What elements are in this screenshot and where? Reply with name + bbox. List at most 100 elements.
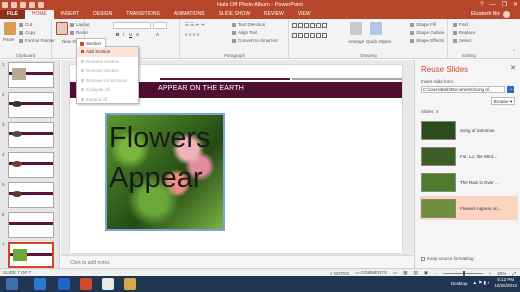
file-path-input[interactable]: C:\Users\Beth\Documents\Song of… <box>421 86 505 93</box>
shadow-icon[interactable]: S <box>136 32 139 37</box>
tab-home[interactable]: HOME <box>24 10 54 19</box>
minimize-button[interactable]: — <box>490 0 496 10</box>
quick-styles-button[interactable]: Quick Styles <box>366 39 391 44</box>
folder-icon[interactable] <box>124 278 136 290</box>
text-direction-icon <box>232 22 236 27</box>
tab-file[interactable]: FILE <box>0 10 25 19</box>
reuse-slide-item[interactable]: Song of Solomon <box>420 118 518 142</box>
section-menu: Section Add Section Rename Section Remov… <box>76 38 139 105</box>
italic-icon[interactable]: I <box>123 32 124 37</box>
select-button[interactable]: Select <box>453 38 472 43</box>
cut-button[interactable]: Cut <box>19 22 32 27</box>
new-slide-icon[interactable] <box>56 22 68 35</box>
arrange-icon[interactable] <box>350 22 362 35</box>
expand-all-item[interactable]: Expand All <box>77 95 138 105</box>
convert-smartart-button[interactable]: Convert to SmartArt <box>232 38 278 43</box>
copy-icon <box>19 30 23 35</box>
internet-explorer-icon[interactable] <box>34 278 46 290</box>
slide-counter: SLIDE 7 OF 7 <box>3 270 32 275</box>
insert-from-label: Insert slide from: <box>421 79 455 84</box>
align-text-button[interactable]: Align Text <box>232 30 257 35</box>
desktop-label[interactable]: Desktop <box>451 281 468 286</box>
format-painter-button[interactable]: Format Painter <box>19 38 55 43</box>
avatar <box>503 11 510 18</box>
slide-thumbnail-7[interactable] <box>8 242 54 268</box>
shapes-gallery[interactable] <box>292 23 327 41</box>
collapse-ribbon-icon[interactable]: ⌃ <box>512 49 516 55</box>
tab-insert[interactable]: INSERT <box>54 10 86 19</box>
flower-photo[interactable]: Flowers Appear <box>105 113 225 231</box>
tab-slide-show[interactable]: SLIDE SHOW <box>212 10 257 19</box>
collapse-all-item[interactable]: Collapse All <box>77 85 138 95</box>
quick-styles-icon[interactable] <box>370 22 382 35</box>
copy-button[interactable]: Copy <box>19 30 36 35</box>
font-size-dropdown[interactable] <box>153 22 167 29</box>
underline-icon[interactable]: U <box>129 32 132 37</box>
close-icon[interactable]: ✕ <box>510 64 516 72</box>
tray-icons[interactable]: ▲ ⚑ ▮ ♪ <box>473 280 490 286</box>
outlook-icon[interactable] <box>58 278 70 290</box>
zoom-level[interactable]: 60% <box>497 271 506 276</box>
notes-placeholder[interactable]: Click to add notes <box>61 255 414 268</box>
tab-animations[interactable]: ANIMATIONS <box>167 10 212 19</box>
close-button[interactable]: ✕ <box>513 0 518 10</box>
zoom-out-icon[interactable]: − <box>434 271 437 276</box>
photo-text-line-2[interactable]: Appear <box>109 163 203 193</box>
add-section-item[interactable]: Add Section <box>77 47 138 57</box>
keep-source-formatting[interactable]: Keep source formatting <box>421 256 474 261</box>
replace-button[interactable]: Replace <box>453 30 476 35</box>
go-arrow-icon[interactable]: → <box>507 86 514 93</box>
font-color-icon[interactable]: A <box>156 32 159 37</box>
shape-effects-button[interactable]: Shape Effects <box>410 38 444 43</box>
thumb-number: 4 <box>2 152 5 157</box>
fit-slide-icon[interactable]: ⤢ <box>512 271 516 276</box>
start-icon[interactable] <box>6 278 18 290</box>
drawing-label: Drawing <box>360 53 377 58</box>
font-family-dropdown[interactable] <box>113 22 151 29</box>
slide-thumbnail-2[interactable] <box>8 92 54 118</box>
tab-view[interactable]: VIEW <box>291 10 318 19</box>
text-direction-button[interactable]: Text Direction <box>232 22 265 27</box>
notes-button[interactable]: ≡ NOTES <box>330 271 349 276</box>
window-title: Hats Off Photo Album - PowerPoint <box>217 2 303 8</box>
help-button[interactable]: ? <box>480 0 483 10</box>
user-account[interactable]: Elizabeth Nix <box>471 10 510 19</box>
reuse-slide-thumbnail <box>421 120 456 140</box>
file-explorer-icon[interactable] <box>102 278 114 290</box>
section-button[interactable]: Section <box>76 38 106 47</box>
slide-thumbnail-3[interactable] <box>8 122 54 148</box>
editing-group: Find Replace Select Editing <box>449 19 489 59</box>
shape-fill-button[interactable]: Shape Fill <box>410 22 436 27</box>
thumb-number: 5 <box>2 182 5 187</box>
browse-button[interactable]: Browse ▾ <box>491 97 515 105</box>
tab-transitions[interactable]: TRANSITIONS <box>119 10 167 19</box>
shape-outline-button[interactable]: Shape Outline <box>410 30 445 35</box>
reuse-slide-item[interactable]: For, Lo, the Wint… <box>420 144 518 168</box>
powerpoint-icon[interactable] <box>80 278 92 290</box>
bullets-icon[interactable]: ☰ ☰ ⇤ ⇥ <box>185 22 204 28</box>
arrange-button[interactable]: Arrange <box>348 39 364 44</box>
remove-section-item[interactable]: Remove Section <box>77 66 138 76</box>
tab-design[interactable]: DESIGN <box>86 10 119 19</box>
find-button[interactable]: Find <box>453 22 468 27</box>
slide-title[interactable]: APPEAR ON THE EARTH <box>158 85 244 92</box>
restore-button[interactable]: ❐ <box>502 0 507 10</box>
photo-text-line-1[interactable]: Flowers <box>109 123 211 153</box>
bold-icon[interactable]: B <box>116 32 119 37</box>
reuse-slide-item[interactable]: The Rain is Over … <box>420 170 518 194</box>
paste-icon[interactable] <box>4 22 16 35</box>
slide-thumbnail-4[interactable] <box>8 152 54 178</box>
paste-button[interactable]: Paste <box>3 37 15 42</box>
slide-thumbnail-5[interactable] <box>8 182 54 208</box>
reuse-slide-item[interactable]: Flowers Appear on… <box>420 196 518 220</box>
rename-section-item[interactable]: Rename Section <box>77 57 138 67</box>
zoom-in-icon[interactable]: + <box>489 271 492 276</box>
tab-review[interactable]: REVIEW <box>257 10 291 19</box>
slide-thumbnail-1[interactable] <box>8 62 54 88</box>
slide-thumbnail-6[interactable] <box>8 212 54 238</box>
keep-source-checkbox[interactable] <box>421 256 425 261</box>
align-icons[interactable]: ≡ ≡ ≡ ≡ <box>185 32 199 37</box>
remove-all-sections-item[interactable]: Remove All Sections <box>77 76 138 86</box>
system-clock[interactable]: 5:12 PM 10/26/2013 <box>494 277 517 289</box>
zoom-slider[interactable] <box>442 270 483 276</box>
